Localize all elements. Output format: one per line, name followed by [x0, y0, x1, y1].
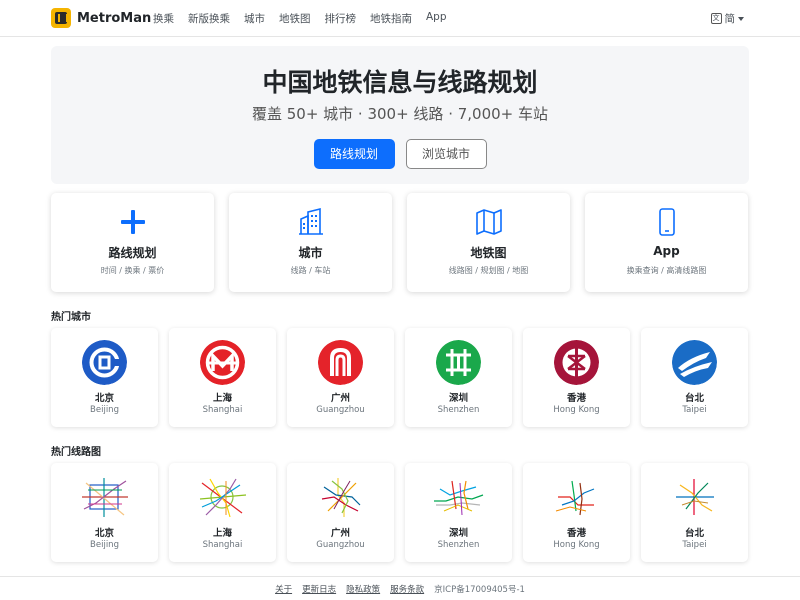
- city-name-en: Hong Kong: [553, 405, 600, 415]
- nav-item-new-transfer[interactable]: 新版换乘: [188, 11, 230, 26]
- feature-card-route-planning[interactable]: 路线规划 时间 / 换乘 / 票价: [51, 193, 214, 292]
- city-name: 北京: [94, 528, 114, 539]
- city-card-shanghai[interactable]: 上海 Shanghai: [169, 328, 276, 427]
- map-card-shenzhen[interactable]: 深圳 Shenzhen: [405, 463, 512, 562]
- shenzhen-map-thumbnail-icon: [434, 480, 484, 516]
- hot-maps-title: 热门线路图: [51, 447, 101, 458]
- nav-item-rankings[interactable]: 排行榜: [325, 11, 357, 26]
- city-name: 台北: [684, 393, 704, 404]
- taipei-metro-logo-icon: [672, 340, 717, 385]
- hero-banner: 中国地铁信息与线路规划 覆盖 50+ 城市 · 300+ 线路 · 7,000+…: [51, 46, 749, 184]
- city-card-taipei[interactable]: 台北 Taipei: [641, 328, 748, 427]
- hero-title: 中国地铁信息与线路规划: [262, 68, 538, 97]
- city-name: 香港: [566, 393, 586, 404]
- hot-cities-title: 热门城市: [51, 312, 91, 323]
- nav-item-metro-maps[interactable]: 地铁图: [279, 11, 311, 26]
- city-name: 北京: [94, 393, 114, 404]
- metroman-logo-icon: [51, 8, 71, 28]
- city-name-en: Beijing: [90, 405, 119, 415]
- shanghai-metro-logo-icon: [200, 340, 245, 385]
- city-name-en: Guangzhou: [316, 540, 365, 550]
- city-name: 香港: [566, 528, 586, 539]
- icp-license: 京ICP备17009405号-1: [434, 584, 525, 595]
- city-name-en: Shanghai: [202, 405, 243, 415]
- city-name-en: Taipei: [682, 540, 707, 550]
- nav-item-cities[interactable]: 城市: [244, 11, 265, 26]
- footer-link-changelog[interactable]: 更新日志: [302, 583, 336, 595]
- feature-title: App: [653, 244, 680, 258]
- city-name: 台北: [684, 528, 704, 539]
- feature-card-metro-maps[interactable]: 地铁图 线路图 / 规划图 / 地图: [407, 193, 570, 292]
- phone-icon: [659, 208, 675, 236]
- feature-subtitle: 线路图 / 规划图 / 地图: [448, 266, 529, 275]
- city-card-guangzhou[interactable]: 广州 Guangzhou: [287, 328, 394, 427]
- language-switcher[interactable]: 文 简: [710, 11, 744, 26]
- main-nav: 换乘 新版换乘 城市 地铁图 排行榜 地铁指南 App: [153, 11, 461, 26]
- feature-subtitle: 线路 / 车站: [290, 266, 331, 275]
- beijing-map-thumbnail-icon: [82, 478, 128, 517]
- city-card-shenzhen[interactable]: 深圳 Shenzhen: [405, 328, 512, 427]
- city-name: 上海: [212, 528, 232, 539]
- plus-icon: [121, 210, 145, 234]
- city-name-en: Shenzhen: [437, 540, 480, 550]
- footer-link-about[interactable]: 关于: [275, 583, 292, 595]
- feature-subtitle: 换乘查询 / 高清线路图: [626, 266, 707, 275]
- map-card-hong-kong[interactable]: 香港 Hong Kong: [523, 463, 630, 562]
- feature-title: 路线规划: [108, 246, 157, 260]
- shenzhen-metro-logo-icon: [436, 340, 481, 385]
- route-planning-button[interactable]: 路线规划: [313, 139, 395, 169]
- map-card-beijing[interactable]: 北京 Beijing: [51, 463, 158, 562]
- city-building-icon: [299, 207, 323, 235]
- feature-subtitle: 时间 / 换乘 / 票价: [100, 266, 165, 275]
- city-name: 广州: [330, 393, 350, 404]
- city-card-hong-kong[interactable]: 香港 Hong Kong: [523, 328, 630, 427]
- taipei-map-thumbnail-icon: [676, 479, 714, 515]
- browse-cities-button[interactable]: 浏览城市: [405, 139, 487, 169]
- beijing-subway-logo-icon: [82, 340, 127, 385]
- guangzhou-metro-logo-icon: [318, 340, 363, 385]
- footer-link-privacy[interactable]: 隐私政策: [346, 583, 380, 595]
- city-name: 广州: [330, 528, 350, 539]
- city-card-beijing[interactable]: 北京 Beijing: [51, 328, 158, 427]
- city-name-en: Guangzhou: [316, 405, 365, 415]
- city-name: 深圳: [448, 528, 468, 539]
- feature-title: 城市: [298, 246, 323, 260]
- city-name: 深圳: [448, 393, 468, 404]
- nav-item-app[interactable]: App: [426, 11, 447, 26]
- city-name-en: Hong Kong: [553, 540, 600, 550]
- city-name: 上海: [212, 393, 232, 404]
- hong-kong-map-thumbnail-icon: [555, 480, 595, 516]
- caret-down-icon: [738, 16, 744, 21]
- translate-icon: 文: [710, 13, 722, 24]
- footer: 关于 更新日志 隐私政策 服务条款 京ICP备17009405号-1: [0, 576, 800, 600]
- nav-item-guide[interactable]: 地铁指南: [370, 11, 412, 26]
- city-name-en: Beijing: [90, 540, 119, 550]
- guangzhou-map-thumbnail-icon: [321, 478, 361, 517]
- navbar: MetroMan 换乘 新版换乘 城市 地铁图 排行榜 地铁指南 App 文 简: [0, 0, 800, 37]
- feature-card-cities[interactable]: 城市 线路 / 车站: [229, 193, 392, 292]
- language-label: 简: [724, 13, 736, 25]
- map-card-shanghai[interactable]: 上海 Shanghai: [169, 463, 276, 562]
- city-name-en: Shanghai: [202, 540, 243, 550]
- brand-link[interactable]: MetroMan: [51, 8, 151, 28]
- city-name-en: Taipei: [682, 405, 707, 415]
- nav-item-transfer[interactable]: 换乘: [153, 11, 174, 26]
- brand-name: MetroMan: [77, 10, 152, 26]
- feature-card-app[interactable]: App 换乘查询 / 高清线路图: [585, 193, 748, 292]
- map-card-guangzhou[interactable]: 广州 Guangzhou: [287, 463, 394, 562]
- map-icon: [476, 209, 502, 235]
- footer-link-terms[interactable]: 服务条款: [390, 583, 424, 595]
- city-name-en: Shenzhen: [437, 405, 480, 415]
- hero-subtitle: 覆盖 50+ 城市 · 300+ 线路 · 7,000+ 车站: [251, 105, 549, 123]
- feature-title: 地铁图: [470, 246, 507, 260]
- mtr-logo-icon: [554, 340, 599, 385]
- shanghai-map-thumbnail-icon: [199, 478, 247, 518]
- map-card-taipei[interactable]: 台北 Taipei: [641, 463, 748, 562]
